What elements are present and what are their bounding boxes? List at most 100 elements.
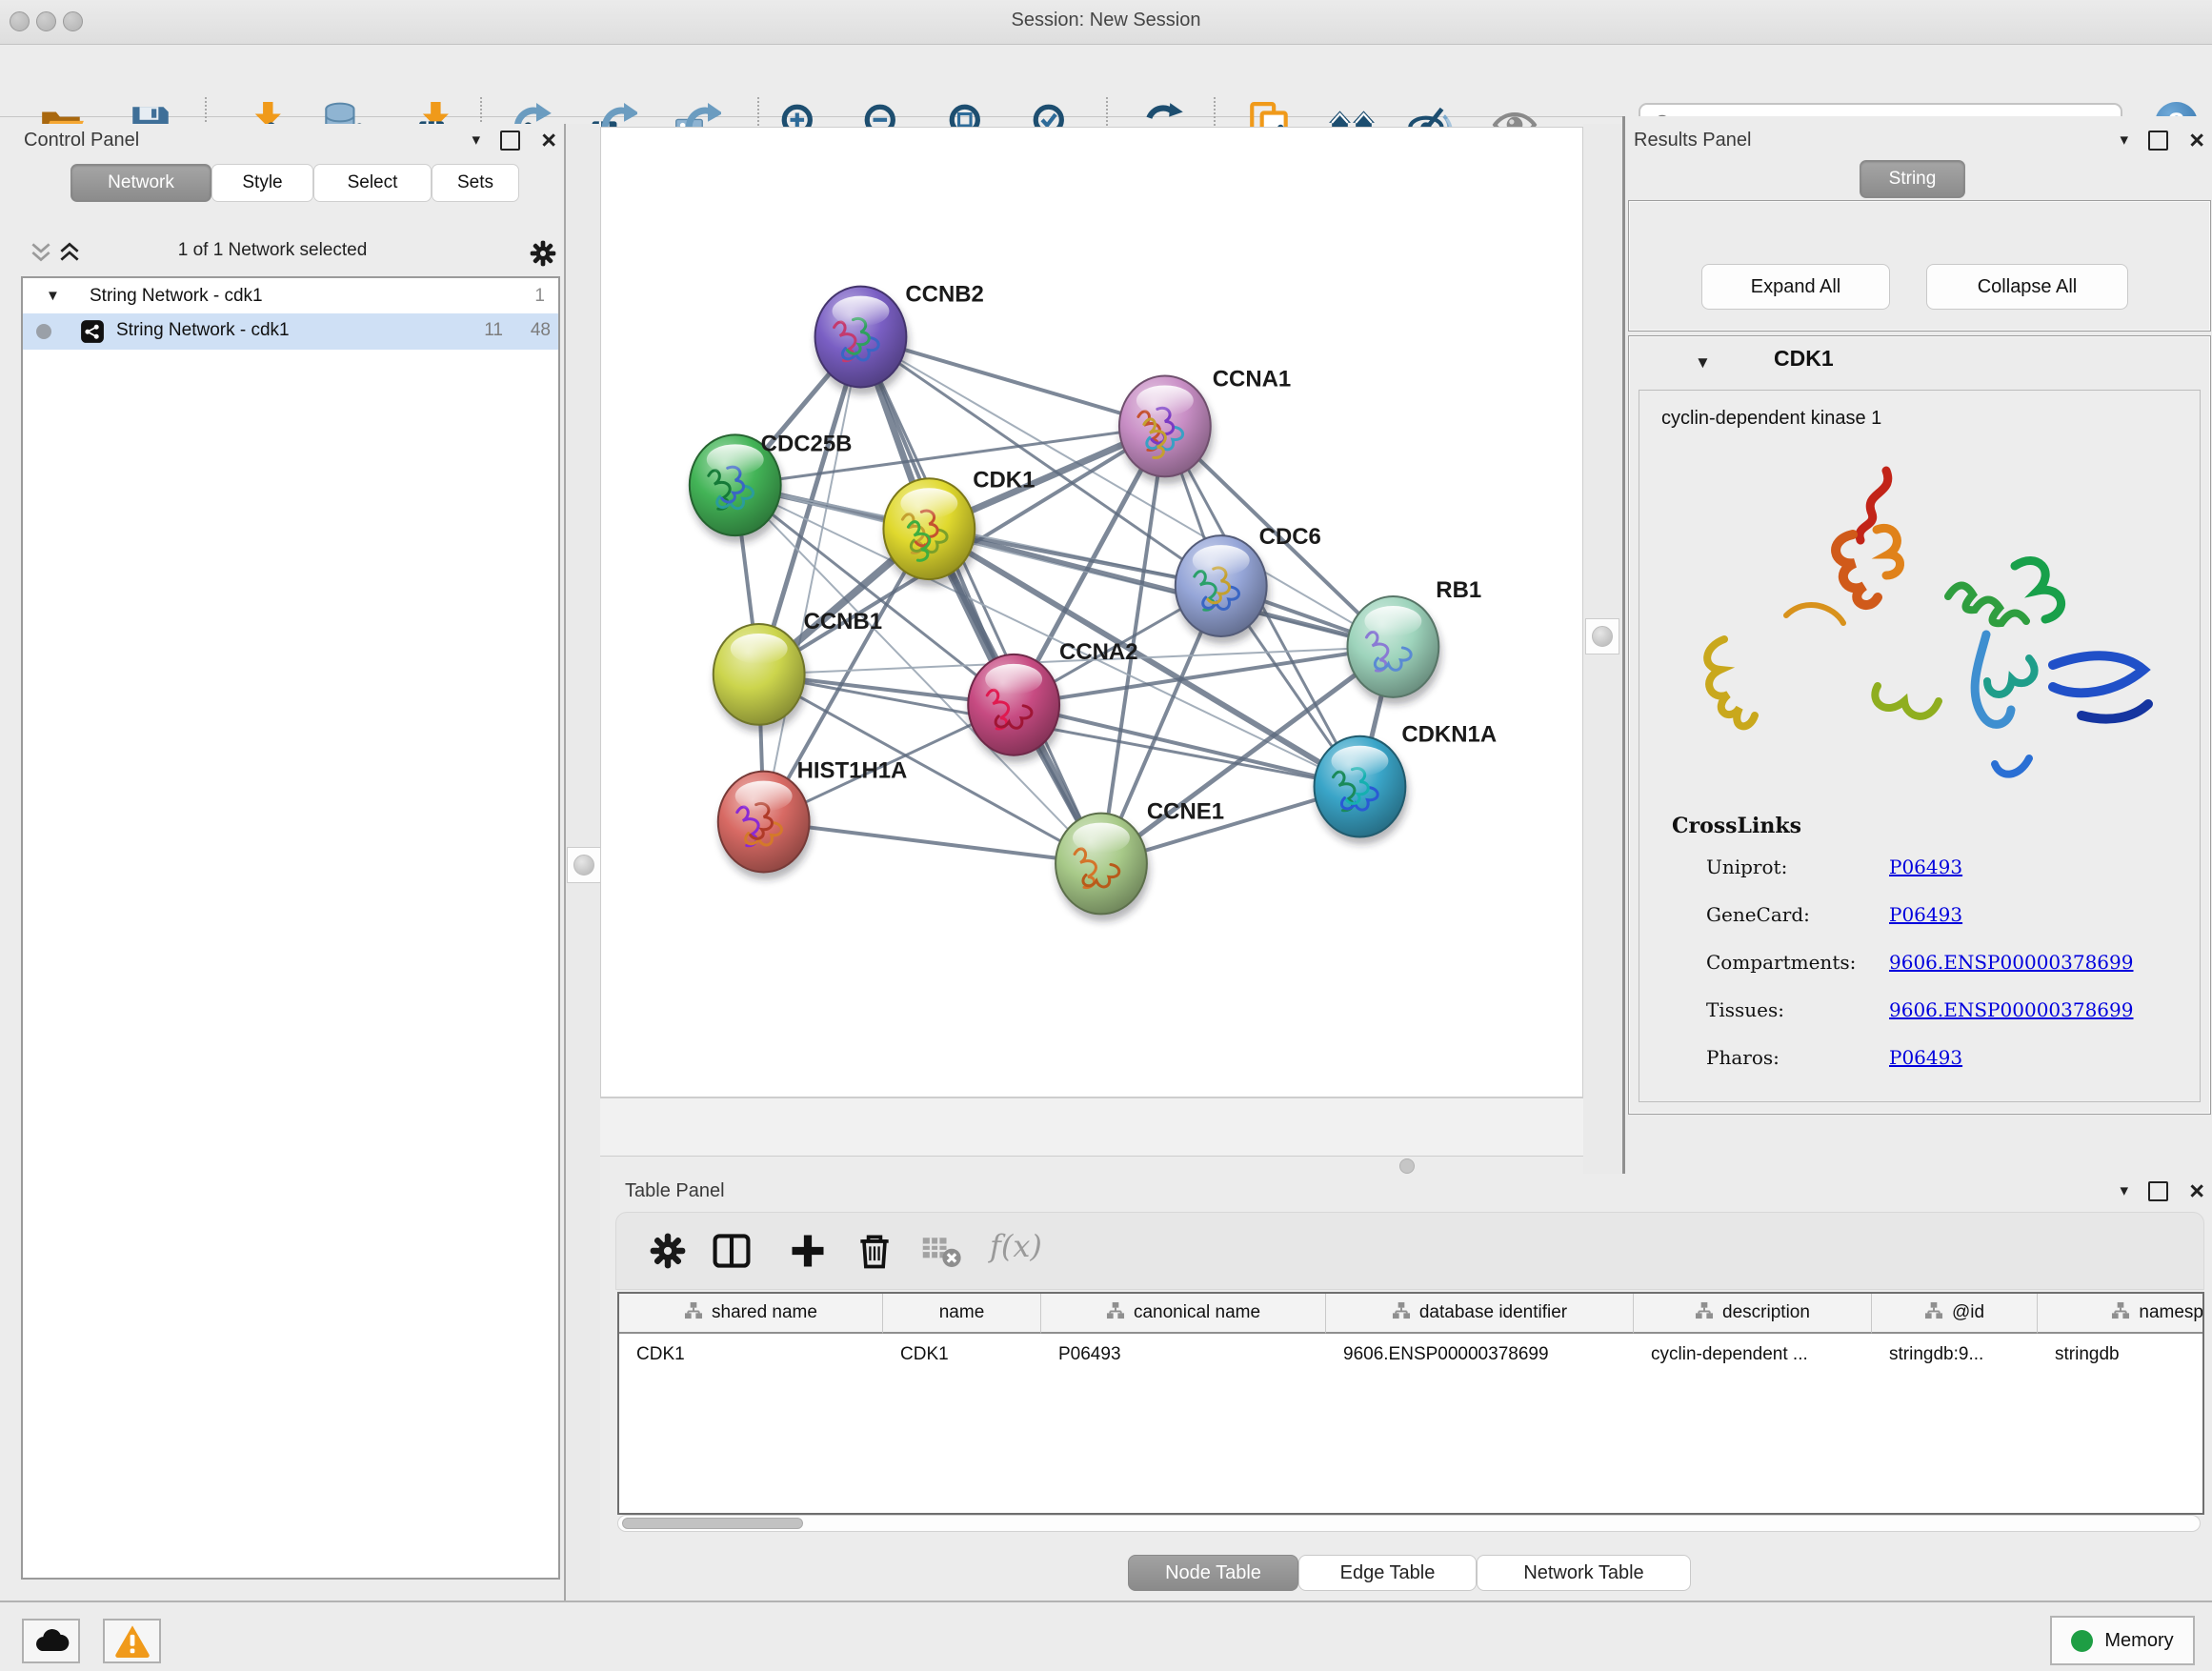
crosslink-label-3: Tissues:: [1706, 998, 1784, 1021]
table-panel-collapse-button[interactable]: ▾: [2120, 1178, 2128, 1204]
table-cell[interactable]: CDK1: [883, 1336, 1041, 1374]
column-label: @id: [1952, 1302, 1984, 1323]
add-column-icon[interactable]: [787, 1230, 829, 1272]
network-type-icon: [80, 319, 105, 344]
control-panel-float-button[interactable]: [500, 127, 520, 153]
table-cell[interactable]: stringdb:9...: [1872, 1336, 2038, 1374]
collapse-all-networks-icon[interactable]: [29, 240, 53, 265]
node-label-HIST1H1A: HIST1H1A: [797, 758, 908, 784]
tab-node-table[interactable]: Node Table: [1128, 1555, 1298, 1591]
node-CCNE1[interactable]: [1056, 814, 1150, 922]
tab-sets[interactable]: Sets: [432, 164, 519, 202]
cloud-button[interactable]: [22, 1619, 80, 1663]
results-panel: Results Panel ▾ × String Expand All Coll…: [1622, 116, 2212, 1174]
column-header-canonical-name[interactable]: canonical name: [1041, 1294, 1326, 1334]
tab-select[interactable]: Select: [313, 164, 432, 202]
tab-network[interactable]: Network: [70, 164, 211, 202]
node-HIST1H1A[interactable]: [718, 772, 813, 880]
crosslink-label-4: Pharos:: [1706, 1046, 1780, 1069]
tab-edge-table[interactable]: Edge Table: [1298, 1555, 1477, 1591]
node-CCNA2[interactable]: [968, 654, 1062, 763]
column-tree-icon: [684, 1301, 703, 1325]
crosslink-link-2[interactable]: 9606.ENSP00000378699: [1889, 951, 2133, 974]
table-cell[interactable]: CDK1: [619, 1336, 883, 1374]
table-cell[interactable]: cyclin-dependent ...: [1634, 1336, 1872, 1374]
column-label: namespace: [2139, 1302, 2204, 1323]
results-panel-close-button[interactable]: ×: [2189, 127, 2204, 153]
left-splitter-handle[interactable]: [567, 847, 601, 883]
crosslink-link-0[interactable]: P06493: [1889, 856, 1962, 878]
network-graph: CCNB2CCNA1CDC25BCDK1CDC6RB1CCNB1CCNA2CDK…: [601, 128, 1582, 1097]
table-panel-close-button[interactable]: ×: [2189, 1178, 2204, 1204]
table-options-gear-icon[interactable]: [647, 1230, 689, 1272]
control-panel: Control Panel ▾ × NetworkStyleSelectSets…: [6, 124, 566, 1601]
node-CDC6[interactable]: [1176, 535, 1270, 644]
right-splitter-handle[interactable]: [1585, 618, 1619, 654]
table-toolbar: f(x): [615, 1212, 2204, 1290]
tab-style[interactable]: Style: [211, 164, 313, 202]
table-horizontal-scrollbar[interactable]: [617, 1515, 2201, 1532]
scrollbar-thumb[interactable]: [622, 1518, 803, 1529]
results-panel-collapse-button[interactable]: ▾: [2120, 127, 2128, 153]
table-cell[interactable]: stringdb: [2038, 1336, 2204, 1374]
delete-column-icon[interactable]: [854, 1230, 895, 1272]
tab-network-table[interactable]: Network Table: [1477, 1555, 1691, 1591]
memory-button[interactable]: Memory: [2050, 1616, 2195, 1665]
clear-table-icon: [920, 1230, 962, 1272]
expand-all-button[interactable]: Expand All: [1701, 264, 1890, 310]
control-panel-close-button[interactable]: ×: [541, 127, 556, 153]
control-panel-collapse-button[interactable]: ▾: [472, 127, 480, 153]
node-CDK1[interactable]: [883, 478, 977, 587]
network-list-header: 1 of 1 Network selected: [6, 236, 564, 271]
node-CCNB2[interactable]: [815, 287, 910, 395]
results-buttons-box: Expand All Collapse All: [1628, 200, 2211, 332]
network-row-selected[interactable]: String Network - cdk1 11 48: [23, 313, 558, 350]
tree-expand-triangle-icon[interactable]: ▼: [46, 288, 60, 304]
column-tree-icon: [1392, 1301, 1411, 1325]
crosslink-link-4[interactable]: P06493: [1889, 1046, 1962, 1069]
gene-collapse-triangle-icon[interactable]: ▼: [1695, 353, 1711, 372]
network-collection-row[interactable]: ▼ String Network - cdk1 1: [23, 281, 558, 313]
table-panel-header: Table Panel ▾ ×: [600, 1178, 2212, 1206]
network-row-label: String Network - cdk1: [116, 320, 290, 341]
expand-all-networks-icon[interactable]: [57, 240, 82, 265]
network-canvas[interactable]: CCNB2CCNA1CDC25BCDK1CDC6RB1CCNB1CCNA2CDK…: [600, 127, 1583, 1097]
node-CDKN1A[interactable]: [1315, 736, 1409, 845]
node-RB1[interactable]: [1347, 596, 1441, 705]
crosslink-label-2: Compartments:: [1706, 951, 1856, 974]
network-selection-status: 1 of 1 Network selected: [91, 240, 453, 261]
function-builder-icon: f(x): [990, 1228, 1042, 1264]
column-header-description[interactable]: description: [1634, 1294, 1872, 1334]
show-columns-icon[interactable]: [711, 1230, 753, 1272]
table-cell[interactable]: 9606.ENSP00000378699: [1326, 1336, 1634, 1374]
column-label: shared name: [712, 1302, 817, 1323]
node-CCNB1[interactable]: [714, 624, 808, 733]
column-tree-icon: [1924, 1301, 1943, 1325]
results-panel-header: Results Panel ▾ ×: [1625, 127, 2212, 155]
results-panel-float-button[interactable]: [2148, 127, 2168, 153]
crosslink-link-3[interactable]: 9606.ENSP00000378699: [1889, 998, 2133, 1021]
results-panel-title: Results Panel: [1634, 130, 1751, 151]
column-header-database-identifier[interactable]: database identifier: [1326, 1294, 1634, 1334]
edge-CCNB2-HIST1H1A: [764, 337, 861, 822]
edge-CCNB2-CCNE1: [860, 337, 1101, 864]
column-header-shared-name[interactable]: shared name: [619, 1294, 883, 1334]
column-header--id[interactable]: @id: [1872, 1294, 2038, 1334]
node-label-CCNA2: CCNA2: [1059, 639, 1137, 665]
tab-string[interactable]: String: [1860, 160, 1965, 198]
column-label: description: [1722, 1302, 1810, 1323]
network-options-gear-icon[interactable]: [528, 238, 558, 269]
node-CCNA1[interactable]: [1119, 375, 1214, 484]
table-panel: Table Panel ▾ × f(x) shared name namecano…: [600, 1174, 2212, 1601]
window-title: Session: New Session: [0, 10, 2212, 31]
table-panel-float-button[interactable]: [2148, 1178, 2168, 1204]
warnings-button[interactable]: [103, 1619, 161, 1663]
table-cell[interactable]: P06493: [1041, 1336, 1326, 1374]
column-label: database identifier: [1419, 1302, 1567, 1323]
collapse-all-button[interactable]: Collapse All: [1926, 264, 2128, 310]
column-header-namespace[interactable]: namespace: [2038, 1294, 2204, 1334]
crosslink-link-1[interactable]: P06493: [1889, 903, 1962, 926]
column-header-name[interactable]: name: [883, 1294, 1041, 1334]
bottom-splitter-handle[interactable]: [1399, 1158, 1415, 1174]
left-splitter[interactable]: [566, 124, 600, 1601]
